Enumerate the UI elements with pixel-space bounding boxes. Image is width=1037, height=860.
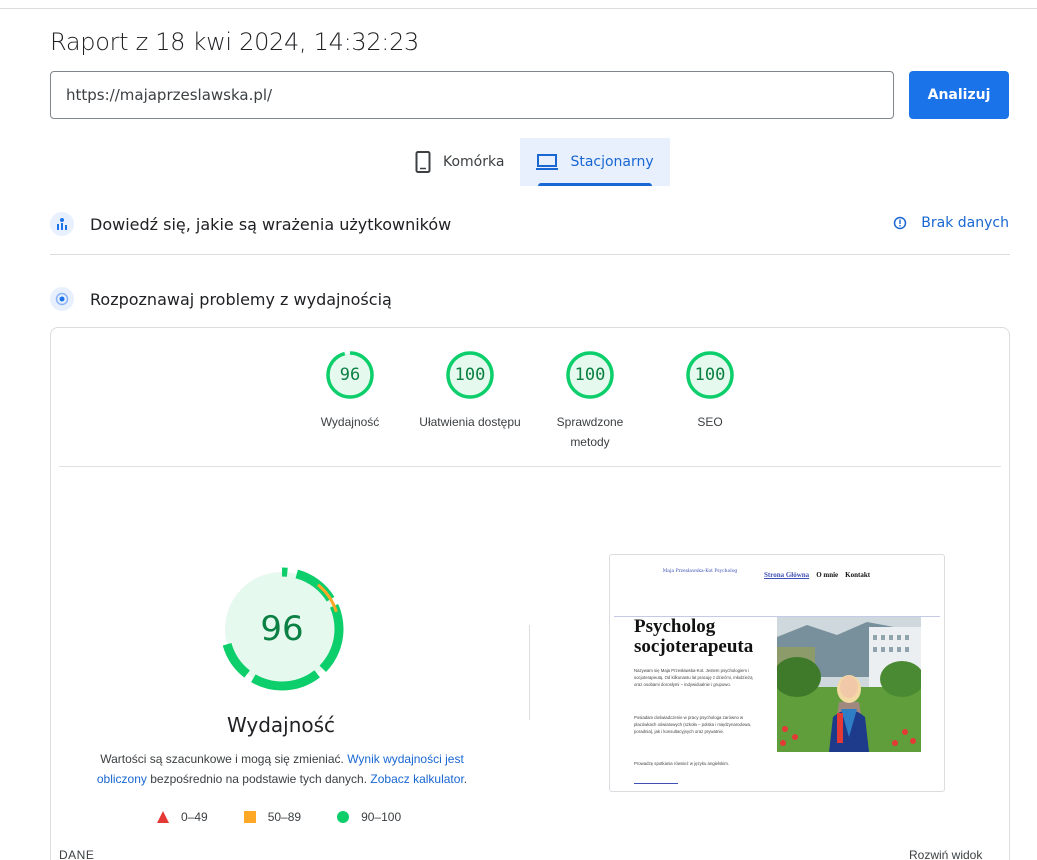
calculator-link[interactable]: Zobacz kalkulator (370, 772, 463, 786)
legend-fail-range: 0–49 (181, 810, 208, 824)
analyze-button[interactable]: Analizuj (909, 71, 1009, 119)
gauge-performance-value: 96 (339, 365, 361, 385)
lighthouse-report-card: 96 Wydajność 100 Ułatwienia dostępu 100 … (50, 327, 1010, 860)
url-input-value: https://majaprzeslawska.pl/ (66, 86, 273, 104)
tab-mobile-label: Komórka (443, 154, 505, 170)
gauge-seo-label: SEO (697, 415, 723, 429)
preview-paragraph-2: Posiadam doświadczenie w pracy psycholog… (634, 715, 752, 734)
note-text-2: bezpośrednio na podstawie tych danych. (146, 772, 371, 786)
preview-underline (634, 783, 678, 784)
preview-logo: Maja Przesławska-Kot Psycholog (662, 569, 738, 574)
expand-view-button[interactable]: Rozwiń widok (909, 848, 982, 860)
preview-paragraph-3: Prowadzę spotkania również w języku angi… (634, 761, 730, 766)
gauge-seo-value: 100 (694, 365, 726, 385)
data-section-label: DANE (59, 848, 95, 860)
performance-title: Wydajność (226, 713, 336, 737)
gauge-best-practices-label: Sprawdzone metody (556, 415, 624, 449)
gauge-performance-label: Wydajność (320, 415, 380, 429)
section-divider (50, 254, 1010, 255)
vertical-separator (529, 625, 530, 720)
gauge-accessibility-value: 100 (454, 365, 486, 385)
gauge-best-practices-value: 100 (574, 365, 606, 385)
green-circle-icon (337, 811, 350, 823)
gauge-accessibility-label: Ułatwienia dostępu (419, 415, 521, 429)
performance-note: Wartości są szacunkowe i mogą się zmieni… (81, 749, 483, 789)
card-divider (59, 466, 1001, 467)
legend-pass: 90–100 (337, 810, 401, 824)
legend-fail: 0–49 (157, 810, 208, 824)
legend-average: 50–89 (243, 810, 302, 824)
score-gauges: 96 Wydajność 100 Ułatwienia dostępu 100 … (51, 350, 1009, 452)
performance-score: 96 (260, 609, 304, 649)
legend-average-range: 50–89 (267, 810, 302, 824)
lab-data-label: Rozpoznawaj problemy z wydajnością (90, 289, 392, 309)
orange-square-icon (243, 811, 256, 823)
legend-pass-range: 90–100 (361, 810, 402, 824)
gauge-best-practices[interactable]: 100 Sprawdzone metody (530, 350, 650, 452)
preview-nav-about: O mnie (816, 571, 839, 579)
note-text-1: Wartości są szacunkowe i mogą się zmieni… (100, 752, 348, 766)
preview-heading: Psycholog socjoterapeuta (634, 616, 754, 657)
preview-photo (777, 617, 921, 752)
performance-gauge: 96 (218, 565, 346, 693)
note-text-3: . (463, 772, 468, 786)
preview-paragraph-1: Nazywam się Maja Przesławska-Kot. Jestem… (634, 668, 753, 687)
smartphone-icon (415, 151, 431, 173)
top-divider (0, 8, 1037, 9)
url-input[interactable]: https://majaprzeslawska.pl/ (50, 71, 894, 119)
gauge-seo[interactable]: 100 SEO (650, 350, 770, 452)
gauge-performance[interactable]: 96 Wydajność (290, 350, 410, 452)
lab-data-header: Rozpoznawaj problemy z wydajnością (50, 287, 392, 311)
tab-mobile[interactable]: Komórka (399, 138, 520, 186)
device-tabs: Komórka Stacjonarny (399, 138, 670, 186)
red-triangle-icon (157, 811, 169, 823)
field-data-label: Dowiedź się, jakie są wrażenia użytkowni… (90, 214, 452, 234)
final-screenshot[interactable]: Maja Przesławska-Kot Psycholog Strona Gł… (609, 554, 945, 792)
preview-nav: Strona Główna O mnie Kontakt (764, 571, 877, 579)
preview-nav-contact: Kontakt (845, 571, 871, 579)
gauge-accessibility[interactable]: 100 Ułatwienia dostępu (410, 350, 530, 452)
report-title: Raport z 18 kwi 2024, 14:32:23 (50, 28, 420, 56)
target-icon (50, 287, 74, 311)
preview-nav-home: Strona Główna (764, 571, 810, 579)
laptop-icon (536, 154, 559, 170)
info-icon (893, 216, 907, 230)
no-data-label: Brak danych (921, 215, 1009, 231)
score-legend: 0–49 50–89 90–100 (157, 810, 437, 824)
tab-desktop[interactable]: Stacjonarny (520, 138, 670, 186)
no-data-status: Brak danych (893, 215, 1009, 231)
users-chart-icon (50, 212, 74, 236)
field-data-header[interactable]: Dowiedź się, jakie są wrażenia użytkowni… (50, 212, 451, 236)
tab-desktop-label: Stacjonarny (570, 154, 654, 170)
